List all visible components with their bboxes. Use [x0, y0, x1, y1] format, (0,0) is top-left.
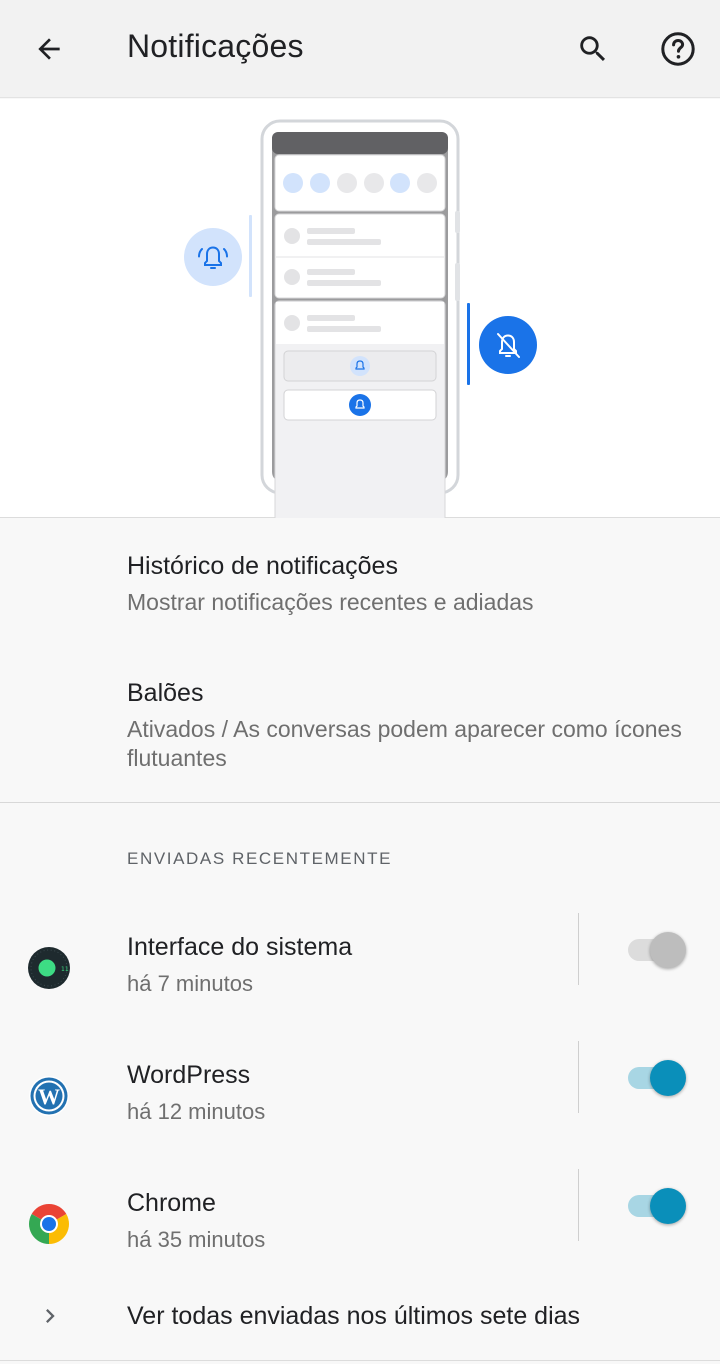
svg-text:11: 11 — [61, 966, 69, 973]
help-circle-icon — [661, 32, 695, 66]
help-button[interactable] — [652, 25, 704, 73]
chevron-right-icon — [46, 1309, 55, 1323]
app-name: Chrome — [127, 1189, 216, 1217]
pref-title: Balões — [127, 679, 204, 707]
divider — [0, 1360, 720, 1361]
divider — [578, 1169, 579, 1241]
wordpress-icon: W — [29, 1076, 69, 1116]
notifications-phone-illustration — [184, 119, 537, 530]
app-time: há 35 minutos — [127, 1227, 266, 1252]
see-all-recent-item[interactable]: Ver todas enviadas nos últimos sete dias — [0, 1284, 720, 1354]
app-row-chrome[interactable]: Chrome há 35 minutos — [0, 1169, 720, 1297]
wordpress-toggle[interactable] — [626, 1060, 688, 1096]
notifications-hero — [0, 99, 720, 530]
bubbles-item[interactable]: Balões Ativados / As conversas podem apa… — [0, 660, 720, 790]
android-system-icon: 11 — [28, 947, 70, 989]
pref-title: Histórico de notificações — [127, 552, 398, 580]
svg-text:W: W — [38, 1084, 60, 1109]
app-row-system-ui[interactable]: 11 Interface do sistema há 7 minutos — [0, 913, 720, 1041]
pref-summary: Ativados / As conversas podem aparecer c… — [127, 716, 682, 771]
toggle-thumb — [650, 1188, 686, 1224]
divider — [578, 913, 579, 985]
back-button[interactable] — [22, 27, 76, 71]
pref-summary: Mostrar notificações recentes e adiadas — [127, 589, 534, 615]
app-name: Interface do sistema — [127, 933, 353, 961]
app-bar: Notificações — [0, 0, 720, 98]
divider — [578, 1041, 579, 1113]
search-icon — [580, 36, 606, 62]
chrome-toggle[interactable] — [626, 1188, 688, 1224]
chrome-icon — [29, 1204, 69, 1244]
toggle-thumb — [650, 932, 686, 968]
app-row-wordpress[interactable]: W WordPress há 12 minutos — [0, 1041, 720, 1169]
divider — [0, 802, 720, 803]
toggle-thumb — [650, 1060, 686, 1096]
app-time: há 12 minutos — [127, 1099, 266, 1124]
arrow-back-icon — [38, 38, 60, 60]
see-all-label: Ver todas enviadas nos últimos sete dias — [127, 1302, 581, 1330]
search-button[interactable] — [568, 25, 618, 73]
system-ui-toggle[interactable] — [626, 932, 688, 968]
app-name: WordPress — [127, 1061, 251, 1089]
notification-history-item[interactable]: Histórico de notificações Mostrar notifi… — [0, 536, 720, 640]
app-time: há 7 minutos — [127, 971, 253, 996]
page-title: Notificações — [127, 28, 304, 64]
section-header: ENVIADAS RECENTEMENTE — [127, 849, 393, 868]
